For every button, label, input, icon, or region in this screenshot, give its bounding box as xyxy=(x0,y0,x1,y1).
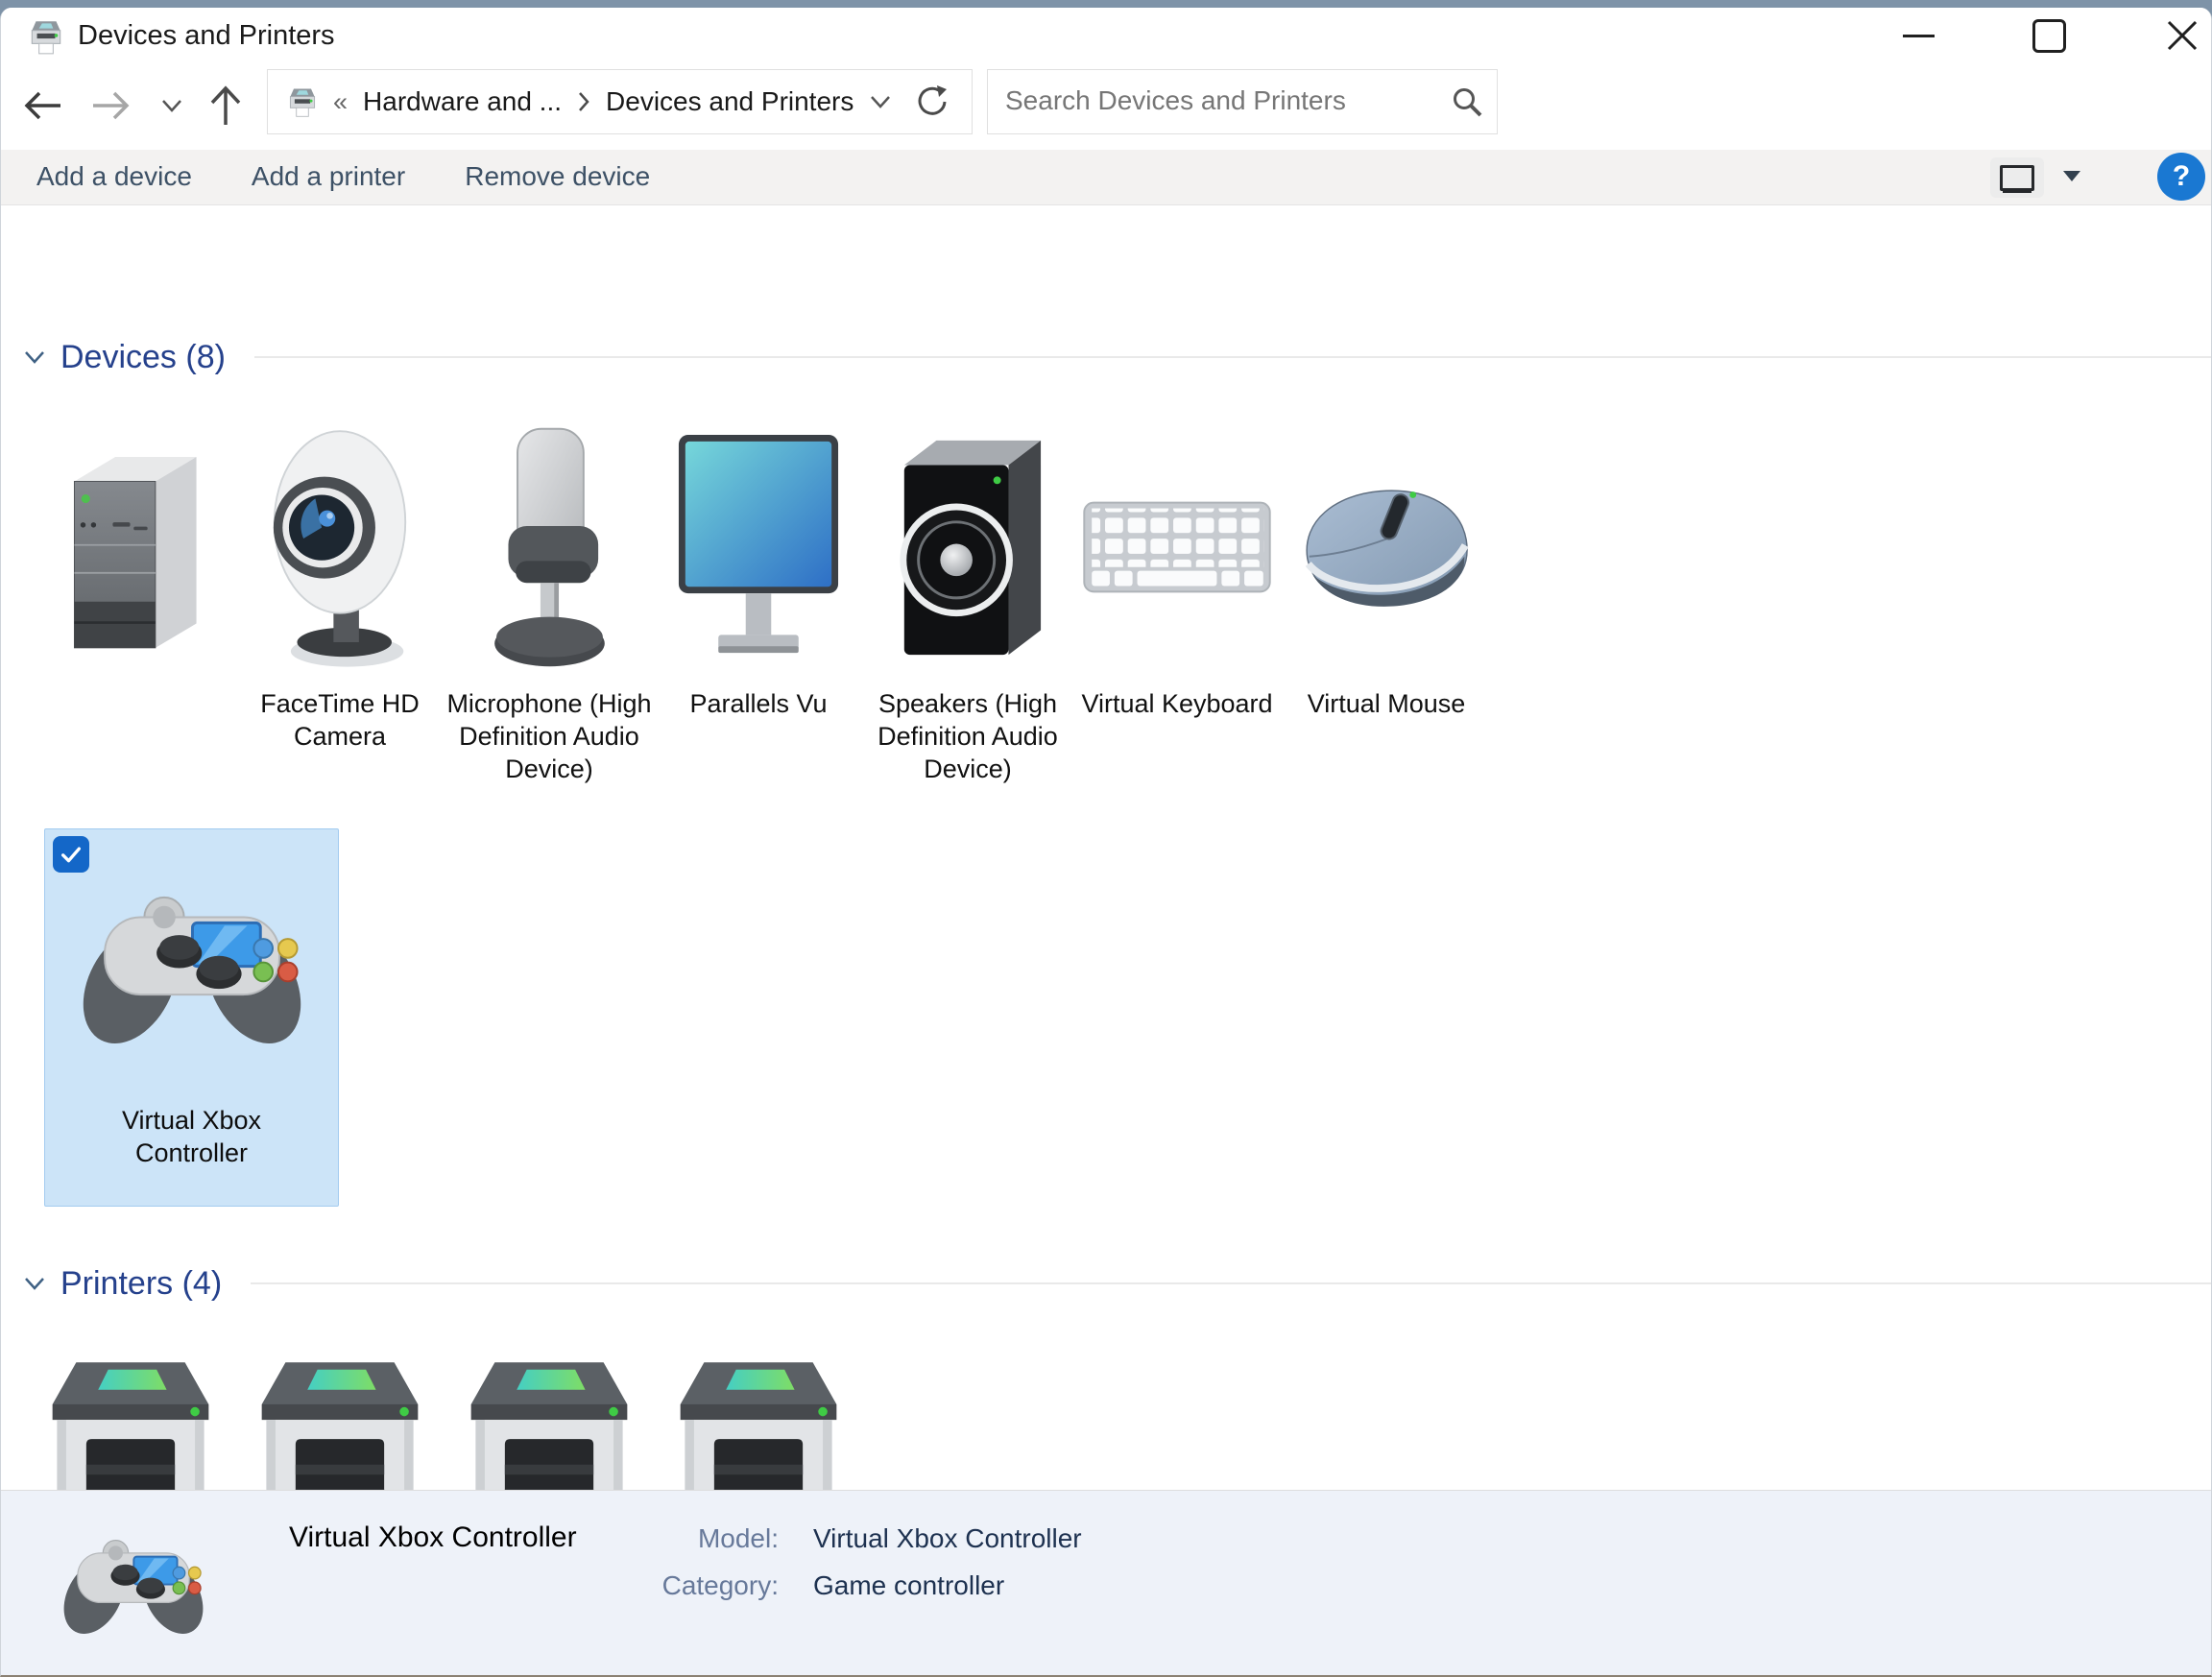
section-divider xyxy=(253,356,2211,358)
device-tile[interactable]: Microphone (High Definition Audio Device… xyxy=(445,413,654,785)
chevron-down-icon xyxy=(871,96,890,108)
device-tile[interactable] xyxy=(26,413,235,785)
up-arrow-icon xyxy=(210,85,241,125)
microphone-icon xyxy=(473,413,625,682)
view-layout-icon xyxy=(2000,164,2034,191)
category-label: Category: xyxy=(661,1570,779,1600)
help-button[interactable]: ? xyxy=(2157,153,2205,201)
game-controller-icon xyxy=(77,889,307,1054)
model-label: Model: xyxy=(697,1523,779,1553)
printers-section-header: Printers (4) xyxy=(22,1260,2211,1306)
minimize-button[interactable] xyxy=(1887,8,1950,63)
search-box xyxy=(987,69,1498,134)
navigation-bar: « Hardware and ... Devices and Printers xyxy=(1,67,2211,146)
checkmark-icon xyxy=(61,847,82,863)
collapse-chevron-icon[interactable] xyxy=(22,345,47,370)
chevron-down-icon xyxy=(162,100,181,112)
device-label: Virtual Keyboard xyxy=(1081,689,1273,718)
maximize-icon xyxy=(2032,18,2066,53)
device-tile[interactable]: Speakers (High Definition Audio Device) xyxy=(863,413,1072,785)
help-question-icon: ? xyxy=(2172,160,2191,192)
change-view-button[interactable] xyxy=(1990,157,2044,198)
command-bar: Add a device Add a printer Remove device… xyxy=(1,150,2211,205)
device-tile-virtual-xbox-controller[interactable]: Virtual Xbox Controller xyxy=(44,828,339,1207)
keyboard-icon xyxy=(1082,413,1272,682)
device-tile[interactable]: Virtual Keyboard xyxy=(1072,413,1282,785)
monitor-icon xyxy=(676,413,841,682)
device-tile[interactable]: Parallels Vu xyxy=(654,413,863,785)
breadcrumb-overflow[interactable]: « xyxy=(333,87,348,117)
title-bar: Devices and Printers xyxy=(1,8,2211,63)
model-value: Virtual Xbox Controller xyxy=(813,1523,1082,1553)
game-controller-icon xyxy=(60,1535,206,1641)
forward-button[interactable] xyxy=(84,75,137,136)
webcam-icon xyxy=(253,413,426,682)
computer-tower-icon xyxy=(50,413,211,682)
breadcrumb-parent[interactable]: Hardware and ... xyxy=(363,86,562,117)
search-input[interactable] xyxy=(1003,70,1439,132)
remove-device-button[interactable]: Remove device xyxy=(465,161,650,192)
close-button[interactable] xyxy=(2151,8,2211,63)
device-label: Virtual Xbox Controller xyxy=(121,1106,262,1167)
device-tile[interactable]: FaceTime HD Camera xyxy=(235,413,445,785)
up-button[interactable] xyxy=(199,75,252,136)
breadcrumb-current[interactable]: Devices and Printers xyxy=(606,86,854,117)
back-button[interactable] xyxy=(16,75,70,136)
device-tile[interactable]: Virtual Mouse xyxy=(1282,413,1491,785)
forward-arrow-icon xyxy=(93,91,130,120)
back-arrow-icon xyxy=(24,91,60,120)
refresh-button[interactable] xyxy=(912,82,952,122)
device-label: Speakers (High Definition Audio Device) xyxy=(878,689,1058,783)
app-printer-icon xyxy=(26,16,66,57)
add-printer-button[interactable]: Add a printer xyxy=(252,161,405,192)
minimize-icon xyxy=(1902,34,1935,37)
printers-section-title[interactable]: Printers (4) xyxy=(60,1265,222,1303)
devices-grid: FaceTime HD Camera Microphone (High Defi… xyxy=(26,413,1491,785)
section-divider xyxy=(251,1282,2211,1284)
device-label: Virtual Mouse xyxy=(1307,689,1466,718)
devices-and-printers-window: Devices and Printers « Hardware and ... … xyxy=(0,8,2212,1677)
breadcrumb-separator-icon xyxy=(579,92,589,111)
mouse-icon xyxy=(1300,413,1473,682)
devices-section-header: Devices (8) xyxy=(22,334,2211,380)
details-title: Virtual Xbox Controller xyxy=(289,1521,577,1553)
address-bar[interactable]: « Hardware and ... Devices and Printers xyxy=(267,69,973,134)
add-device-button[interactable]: Add a device xyxy=(36,161,192,192)
selection-checkbox[interactable] xyxy=(53,836,89,873)
window-title: Devices and Printers xyxy=(78,20,335,51)
address-dropdown-button[interactable] xyxy=(864,85,897,118)
speaker-icon xyxy=(887,413,1048,682)
device-label: Parallels Vu xyxy=(689,689,828,718)
search-icon[interactable] xyxy=(1451,85,1483,118)
maximize-button[interactable] xyxy=(2017,8,2080,63)
category-value: Game controller xyxy=(813,1570,1005,1600)
details-pane: Virtual Xbox Controller Model: Virtual X… xyxy=(1,1490,2211,1675)
refresh-icon xyxy=(918,85,947,115)
recent-locations-button[interactable] xyxy=(145,75,199,136)
device-label: Microphone (High Definition Audio Device… xyxy=(446,689,652,783)
collapse-chevron-icon[interactable] xyxy=(22,1271,47,1296)
address-printer-icon xyxy=(285,84,320,119)
close-icon xyxy=(2167,20,2198,51)
view-dropdown-caret[interactable] xyxy=(2063,171,2080,181)
device-label: FaceTime HD Camera xyxy=(260,689,420,751)
devices-section-title[interactable]: Devices (8) xyxy=(60,339,226,376)
